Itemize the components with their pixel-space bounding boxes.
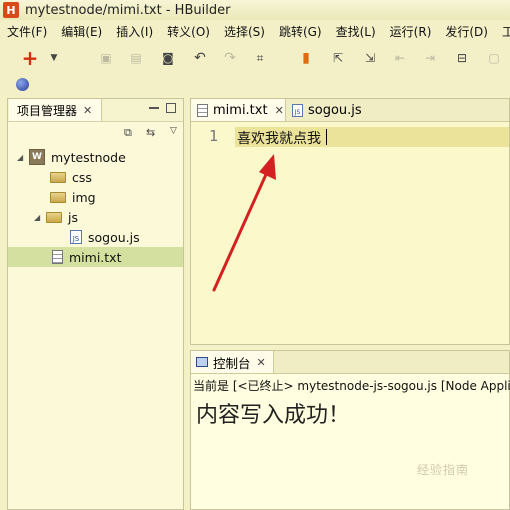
goto-top-icon[interactable]: ⇱: [330, 50, 346, 66]
close-icon[interactable]: ✕: [275, 104, 284, 117]
tree-item-img[interactable]: img: [8, 187, 183, 207]
watermark: 经验指南: [417, 463, 470, 477]
console-tabbar: 控制台 ✕: [191, 351, 509, 374]
console-icon: [196, 357, 208, 367]
tab-project-explorer[interactable]: 项目管理器 ✕: [9, 99, 102, 121]
tree-label: js: [68, 209, 78, 225]
text-file-icon: [197, 103, 208, 117]
project-explorer-tabbar: 项目管理器 ✕: [8, 99, 183, 122]
undo-icon[interactable]: ↶: [192, 50, 208, 66]
tree-item-css[interactable]: css: [8, 167, 183, 187]
link-editor-icon[interactable]: ⇆: [146, 126, 155, 139]
perspective-bar: [0, 74, 510, 96]
menu-edit[interactable]: 编辑(E): [54, 23, 109, 40]
collapse-all-icon[interactable]: ⧉: [124, 126, 132, 140]
project-explorer-toolbar: ⧉ ⇆ ▽: [8, 122, 183, 144]
tree-label: sogou.js: [88, 229, 140, 245]
menu-tools[interactable]: 工具: [495, 23, 510, 40]
tree-label: mytestnode: [51, 149, 126, 165]
console-status: 当前是 [<已终止> mytestnode-js-sogou.js [Node …: [193, 379, 510, 393]
tree-label: mimi.txt: [69, 249, 122, 265]
code-text[interactable]: 喜欢我就点我: [237, 128, 321, 148]
tab-mimi-txt[interactable]: mimi.txt ✕: [191, 99, 286, 121]
tab-sogou-js[interactable]: JS sogou.js: [286, 99, 376, 121]
project-explorer-title: 项目管理器: [17, 103, 78, 118]
new-file-icon[interactable]: +: [22, 46, 39, 70]
js-file-icon: JS: [292, 103, 303, 117]
menu-escape[interactable]: 转义(O): [160, 23, 217, 40]
export-icon[interactable]: ⊟: [454, 50, 470, 66]
tab-console[interactable]: 控制台 ✕: [191, 351, 274, 373]
redo-icon[interactable]: ↷: [222, 50, 238, 66]
save-icon[interactable]: ▣: [98, 50, 114, 66]
next-icon[interactable]: ⇥: [422, 50, 438, 66]
title-bar: H mytestnode/mimi.txt - HBuilder: [0, 0, 510, 20]
menu-insert[interactable]: 插入(I): [109, 23, 160, 40]
text-caret: [326, 129, 327, 145]
bookmark-icon[interactable]: ▮: [298, 50, 314, 66]
folder-icon: [50, 191, 66, 203]
window-title: mytestnode/mimi.txt - HBuilder: [25, 2, 231, 18]
editor-panel: mimi.txt ✕ JS sogou.js 1 喜欢我就点我: [190, 98, 510, 345]
tree-label: css: [72, 169, 92, 185]
tree-item-mimi-txt[interactable]: mimi.txt: [8, 247, 183, 267]
tree-item-mytestnode[interactable]: ◢ W mytestnode: [8, 147, 183, 167]
toolbar: + ▼ ▣ ▤ ◙ ↶ ↷ ⌗ ▮ ⇱ ⇲ ⇤ ⇥ ⊟ ▢: [0, 42, 510, 74]
dropdown-icon[interactable]: ▼: [46, 50, 62, 66]
minimize-icon[interactable]: [149, 103, 159, 113]
expanded-icon[interactable]: ◢: [34, 213, 42, 222]
settings-icon[interactable]: ◙: [160, 50, 176, 66]
menu-find[interactable]: 查找(L): [329, 23, 383, 40]
close-icon[interactable]: ✕: [257, 356, 266, 369]
project-explorer: 项目管理器 ✕ ⧉ ⇆ ▽ ◢ W mytestnode css img ◢ j…: [7, 98, 184, 510]
editor-tabbar: mimi.txt ✕ JS sogou.js: [191, 99, 509, 122]
tab-label: sogou.js: [308, 102, 362, 118]
format-icon[interactable]: ⌗: [252, 50, 268, 66]
view-menu-icon[interactable]: ▽: [170, 126, 177, 136]
code-line[interactable]: 1 喜欢我就点我: [191, 127, 509, 147]
project-icon: W: [29, 149, 45, 165]
text-file-icon: [52, 250, 63, 264]
tree-item-sogou-js[interactable]: JS sogou.js: [8, 227, 183, 247]
tree-label: img: [72, 189, 96, 205]
menu-file[interactable]: 文件(F): [0, 23, 54, 40]
prev-icon[interactable]: ⇤: [392, 50, 408, 66]
menu-goto[interactable]: 跳转(G): [272, 23, 329, 40]
maximize-icon[interactable]: [166, 103, 176, 113]
save-all-icon[interactable]: ▤: [128, 50, 144, 66]
hbuilder-logo-icon: H: [3, 2, 19, 18]
close-icon[interactable]: ✕: [83, 104, 92, 117]
menu-bar: 文件(F) 编辑(E) 插入(I) 转义(O) 选择(S) 跳转(G) 查找(L…: [0, 20, 510, 42]
js-file-icon: JS: [70, 230, 82, 244]
tab-label: mimi.txt: [213, 102, 268, 118]
menu-publish[interactable]: 发行(D): [438, 23, 495, 40]
console-tab-label: 控制台: [213, 355, 251, 371]
console-panel: 控制台 ✕ 当前是 [<已终止> mytestnode-js-sogou.js …: [190, 350, 510, 510]
console-output: 内容写入成功！: [196, 403, 351, 428]
goto-bottom-icon[interactable]: ⇲: [362, 50, 378, 66]
menu-run[interactable]: 运行(R): [383, 23, 439, 40]
line-number: 1: [209, 127, 219, 145]
window-icon[interactable]: ▢: [486, 50, 502, 66]
folder-icon: [50, 171, 66, 183]
menu-select[interactable]: 选择(S): [217, 23, 272, 40]
folder-icon: [46, 211, 62, 223]
expanded-icon[interactable]: ◢: [17, 153, 25, 162]
tree-item-js[interactable]: ◢ js: [8, 207, 183, 227]
globe-icon[interactable]: [16, 78, 29, 91]
